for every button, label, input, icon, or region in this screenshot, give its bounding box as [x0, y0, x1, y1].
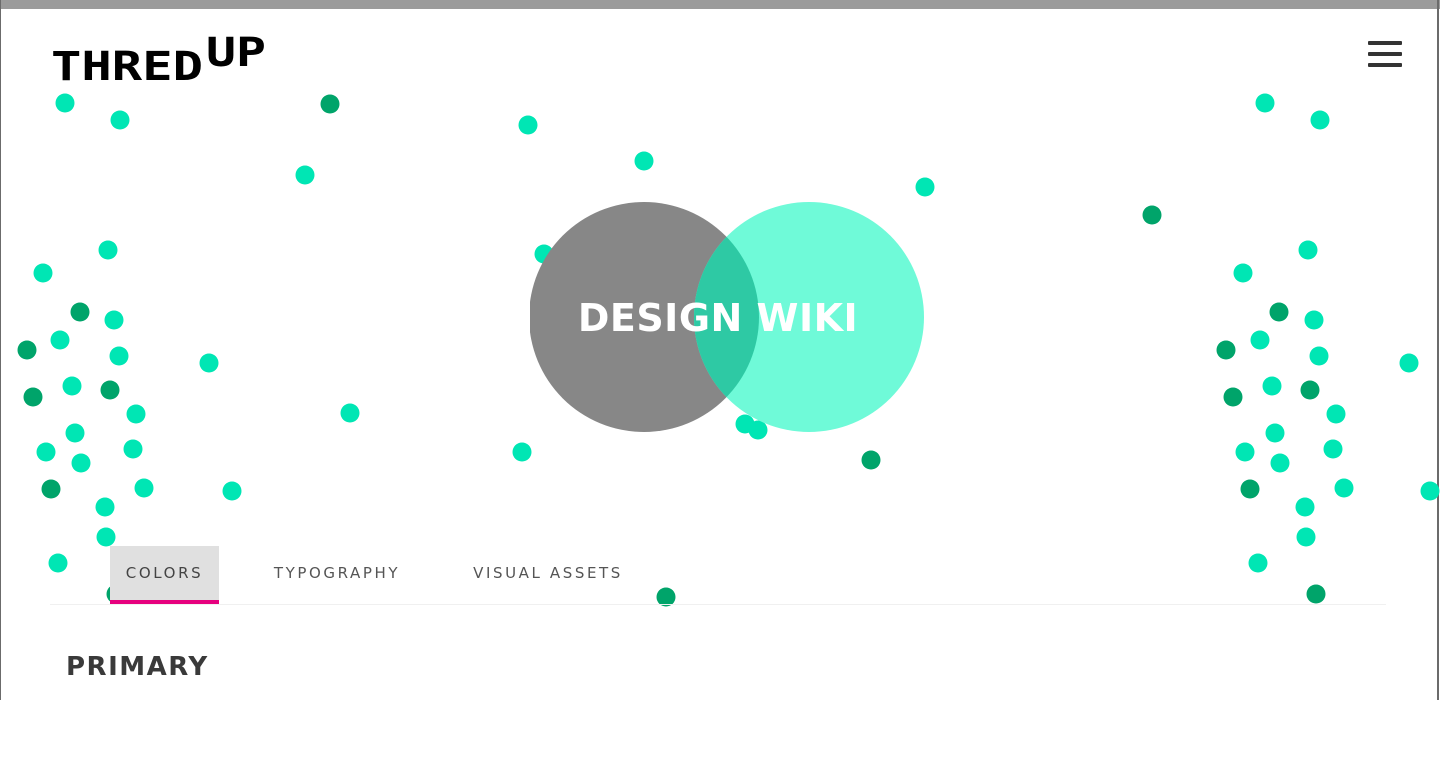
decorative-dot	[33, 263, 53, 283]
decorative-dot	[17, 340, 37, 360]
decorative-dot	[1304, 310, 1324, 330]
decorative-dot	[1300, 380, 1320, 400]
menu-line	[1368, 63, 1402, 67]
decorative-dot	[512, 442, 532, 462]
menu-line	[1368, 52, 1402, 56]
tab-visual-assets[interactable]: VISUAL ASSETS	[462, 546, 634, 600]
menu-line	[1368, 41, 1402, 45]
decorative-dot	[1306, 584, 1326, 604]
decorative-dot	[1248, 553, 1268, 573]
decorative-dot	[100, 380, 120, 400]
section-title-primary: PRIMARY	[66, 652, 209, 682]
decorative-dot	[1262, 376, 1282, 396]
decorative-dot	[55, 93, 75, 113]
decorative-dot	[222, 481, 242, 501]
decorative-dot	[104, 310, 124, 330]
decorative-dot	[1142, 205, 1162, 225]
decorative-dot	[1265, 423, 1285, 443]
decorative-dot	[41, 479, 61, 499]
decorative-dot	[62, 376, 82, 396]
page-frame: THRED UP DESIGN WIKI COLORS TYPOGRAPHY V…	[0, 0, 1440, 700]
decorative-dot	[98, 240, 118, 260]
decorative-dot	[1399, 353, 1419, 373]
tabs-divider	[50, 604, 1386, 605]
decorative-dot	[109, 346, 129, 366]
decorative-dot	[48, 553, 68, 573]
logo-text-main: THRED	[51, 44, 203, 84]
decorative-dot	[1223, 387, 1243, 407]
decorative-dot	[1334, 478, 1354, 498]
decorative-dot	[199, 353, 219, 373]
decorative-dot	[1216, 340, 1236, 360]
decorative-dot	[1323, 439, 1343, 459]
decorative-dot	[1310, 110, 1330, 130]
decorative-dot	[1420, 481, 1440, 501]
decorative-dot	[861, 450, 881, 470]
thredup-logo[interactable]: THRED UP	[50, 28, 270, 84]
decorative-dot	[1233, 263, 1253, 283]
decorative-dot	[915, 177, 935, 197]
decorative-dot	[65, 423, 85, 443]
hero-title: DESIGN WIKI	[577, 296, 859, 340]
decorative-dot	[1255, 93, 1275, 113]
decorative-dot	[1326, 404, 1346, 424]
tab-typography[interactable]: TYPOGRAPHY	[262, 546, 412, 600]
decorative-dot	[1240, 479, 1260, 499]
decorative-dot	[320, 94, 340, 114]
decorative-dot	[134, 478, 154, 498]
decorative-dot	[126, 404, 146, 424]
decorative-dot	[123, 439, 143, 459]
decorative-dot	[1295, 497, 1315, 517]
hamburger-menu-icon[interactable]	[1364, 38, 1406, 70]
decorative-dot	[340, 403, 360, 423]
decorative-dot	[1270, 453, 1290, 473]
decorative-dot	[1235, 442, 1255, 462]
logo-text-super: UP	[206, 30, 266, 76]
decorative-dot	[295, 165, 315, 185]
tab-colors[interactable]: COLORS	[110, 546, 219, 605]
decorative-dot	[36, 442, 56, 462]
decorative-dot	[634, 151, 654, 171]
decorative-dot	[1298, 240, 1318, 260]
decorative-dot	[1309, 346, 1329, 366]
decorative-dot	[518, 115, 538, 135]
decorative-dot	[1269, 302, 1289, 322]
decorative-dot	[1296, 527, 1316, 547]
decorative-dot	[110, 110, 130, 130]
decorative-dot	[71, 453, 91, 473]
decorative-dot	[70, 302, 90, 322]
decorative-dot	[23, 387, 43, 407]
decorative-dot	[1250, 330, 1270, 350]
decorative-dot	[95, 497, 115, 517]
decorative-dot	[50, 330, 70, 350]
decorative-dot	[96, 527, 116, 547]
